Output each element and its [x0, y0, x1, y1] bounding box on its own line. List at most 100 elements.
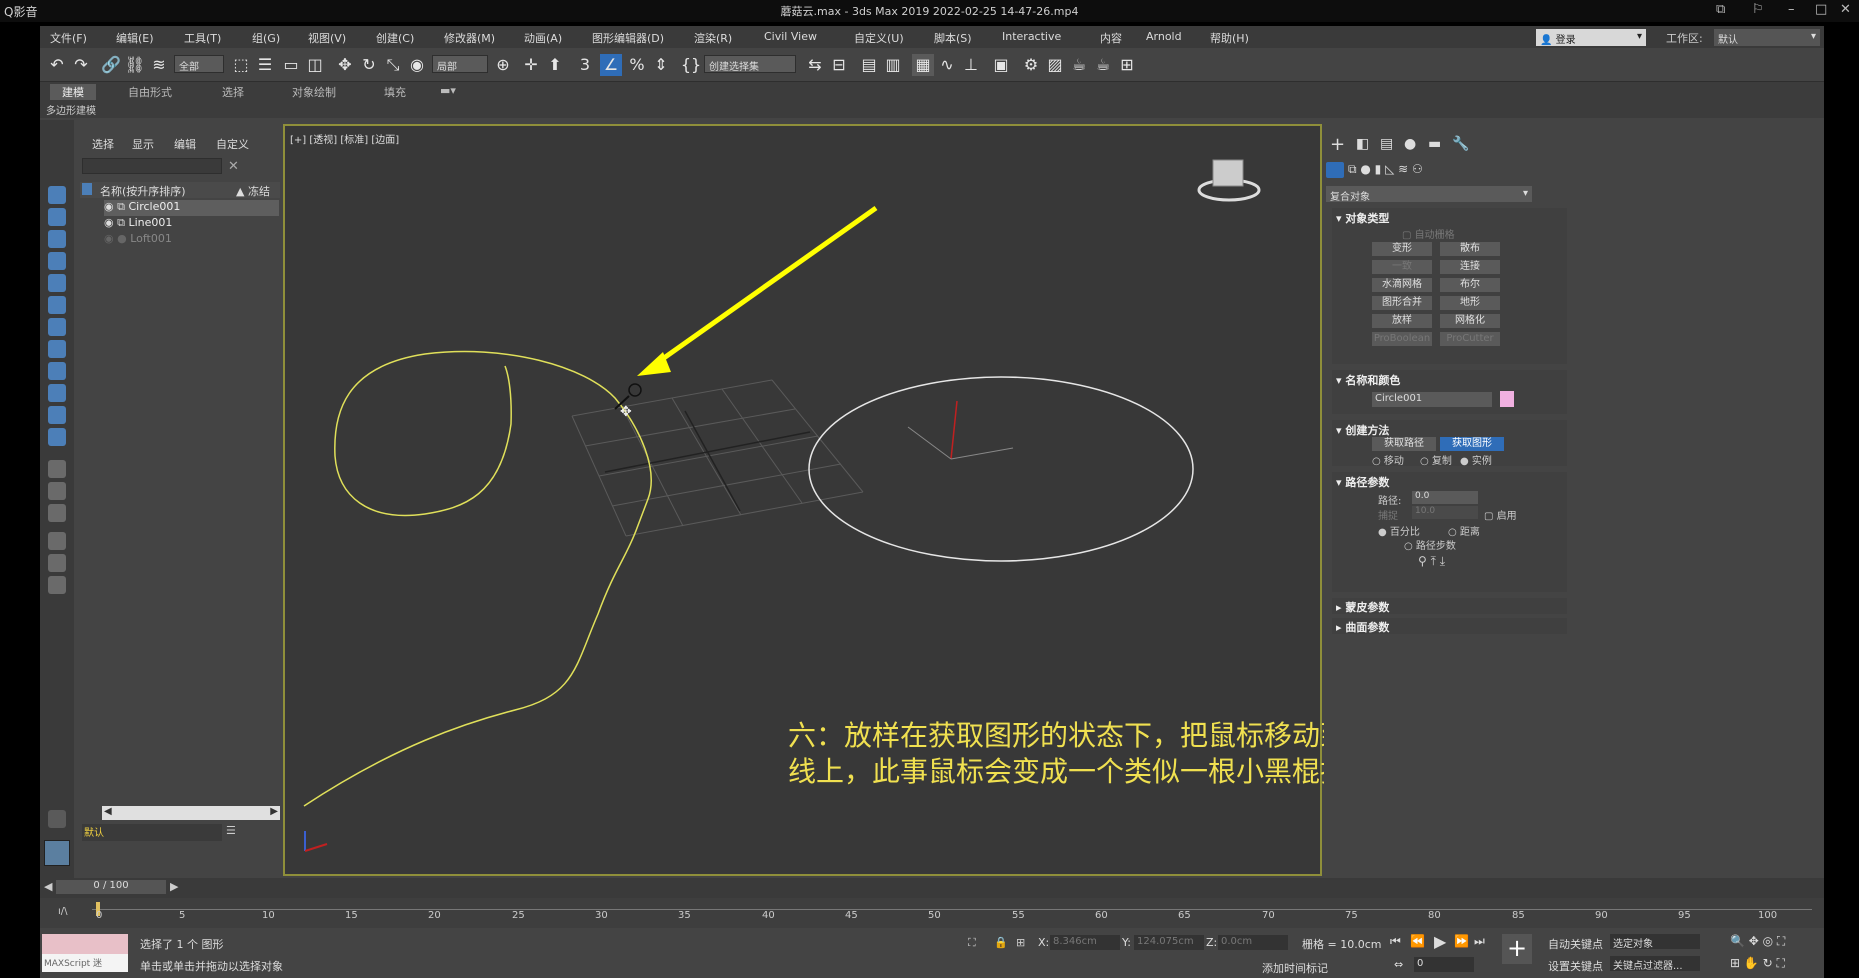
- menu-animation[interactable]: 动画(A): [524, 30, 562, 46]
- menu-create[interactable]: 创建(C): [376, 30, 414, 46]
- move-icon[interactable]: ✥: [334, 54, 356, 76]
- named-selection-icon[interactable]: {}: [680, 54, 702, 76]
- pivot-center-icon[interactable]: ⊕: [492, 54, 514, 76]
- add-time-tag[interactable]: 添加时间标记: [1262, 960, 1328, 976]
- menu-graph-editors[interactable]: 图形编辑器(D): [592, 30, 664, 46]
- schematic-icon[interactable]: ⊥: [960, 54, 982, 76]
- explorer-scrollbar[interactable]: ◀ ▶: [102, 806, 280, 820]
- time-slider[interactable]: ◀ 0 / 100 ▶: [40, 878, 1824, 898]
- y-coordinate-field[interactable]: 124.075cm: [1134, 935, 1204, 950]
- spacewarp-icon[interactable]: [48, 296, 66, 314]
- list-item[interactable]: ◉ ⧉ Line001: [104, 216, 279, 232]
- auto-key-button[interactable]: 自动关键点: [1548, 936, 1603, 952]
- key-filters-button[interactable]: 关键点过滤器...: [1610, 956, 1700, 972]
- skin-parameters-rollout[interactable]: ▸ 蒙皮参数: [1332, 598, 1567, 614]
- circle001-shape[interactable]: [808, 376, 1194, 562]
- ribbon-options-icon[interactable]: ▬▾: [440, 84, 456, 100]
- color-swatch[interactable]: [1500, 391, 1514, 407]
- eye-icon[interactable]: ◉ ⧉: [104, 216, 128, 229]
- terrain-button[interactable]: 地形: [1440, 296, 1500, 310]
- rect-region-icon[interactable]: ▭: [280, 54, 302, 76]
- key-mode-icon[interactable]: ⇔: [1394, 958, 1403, 971]
- track-bar[interactable]: ı/\ 0 5 10 15 20 25 30 35 40 45 50 55 60…: [40, 898, 1824, 928]
- snap-spinner[interactable]: 10.0: [1412, 506, 1478, 519]
- blobmesh-button[interactable]: 水滴网格: [1372, 278, 1432, 292]
- z-coordinate-field[interactable]: 0.0cm: [1218, 935, 1288, 950]
- explorer-search-input[interactable]: [82, 158, 222, 174]
- line001-spline[interactable]: [303, 350, 652, 807]
- menu-view[interactable]: 视图(V): [308, 30, 346, 46]
- render-iterative-icon[interactable]: ☕: [1092, 54, 1114, 76]
- move-radio[interactable]: ○ 移动: [1372, 452, 1404, 467]
- get-shape-button[interactable]: 获取图形: [1440, 437, 1504, 451]
- scroll-left-icon[interactable]: ◀: [104, 806, 112, 817]
- reference-coord-dropdown[interactable]: 局部: [432, 55, 488, 73]
- menu-rendering[interactable]: 渲染(R): [694, 30, 732, 46]
- ribbon-tab-populate[interactable]: 填充: [384, 84, 406, 100]
- funnel-icon[interactable]: [48, 554, 66, 572]
- hierarchy-icon[interactable]: [48, 362, 66, 380]
- category-dropdown[interactable]: 复合对象 ▾: [1326, 186, 1532, 203]
- render-setup-icon[interactable]: ⚙: [1020, 54, 1042, 76]
- scroll-right-icon[interactable]: ▶: [270, 806, 278, 817]
- display-tab-icon[interactable]: ▬: [1428, 136, 1441, 152]
- rollout-title[interactable]: ▸ 蒙皮参数: [1336, 599, 1389, 615]
- create-tab-icon[interactable]: +: [1330, 134, 1345, 155]
- path-spinner[interactable]: 0.0: [1412, 491, 1478, 504]
- motion-icon[interactable]: [48, 384, 66, 402]
- spinner-snap-icon[interactable]: ⇕: [650, 54, 672, 76]
- select-object-icon[interactable]: ⬚: [230, 54, 252, 76]
- prev-key-icon[interactable]: ⏪: [1410, 934, 1425, 948]
- scatter-button[interactable]: 散布: [1440, 242, 1500, 256]
- procutter-button[interactable]: ProCutter: [1440, 332, 1500, 346]
- ribbon-toggle-icon[interactable]: ▦: [912, 54, 934, 76]
- lock-icon[interactable]: [48, 576, 66, 594]
- loft-button[interactable]: 放样: [1372, 314, 1432, 328]
- goto-end-icon[interactable]: ⏭: [1474, 934, 1485, 949]
- keyboard-shortcut-icon[interactable]: ⬆: [544, 54, 566, 76]
- selection-filter-dropdown[interactable]: 全部: [174, 55, 224, 73]
- rollout-title[interactable]: ▾ 路径参数: [1336, 474, 1389, 490]
- layer-explorer-icon[interactable]: ▥: [882, 54, 904, 76]
- prev-frame-icon[interactable]: ◀: [44, 880, 52, 893]
- placement-icon[interactable]: ◉: [406, 54, 428, 76]
- utilities-icon[interactable]: [48, 428, 66, 446]
- play-icon[interactable]: ▶: [1434, 932, 1446, 951]
- screenshot-icon[interactable]: ⧉: [1716, 2, 1725, 17]
- column-freeze[interactable]: ▲ 冻结: [236, 183, 270, 199]
- scene-explorer-icon[interactable]: ▤: [858, 54, 880, 76]
- redo-icon[interactable]: ↷: [70, 54, 92, 76]
- utilities-tab-icon[interactable]: 🔧: [1452, 136, 1469, 152]
- menu-tools[interactable]: 工具(T): [184, 30, 221, 46]
- list-item[interactable]: ◉ ⧉ Circle001: [104, 200, 279, 216]
- time-slider-thumb[interactable]: 0 / 100: [56, 880, 166, 894]
- morph-button[interactable]: 变形: [1372, 242, 1432, 256]
- eye-icon[interactable]: ◉ ⧉: [104, 200, 128, 213]
- mirror-icon[interactable]: ⇆: [804, 54, 826, 76]
- connect-button[interactable]: 连接: [1440, 260, 1500, 274]
- copy-radio[interactable]: ○ 复制: [1420, 452, 1452, 467]
- funnel-icon[interactable]: [48, 532, 66, 550]
- a360-icon[interactable]: ⊞: [1116, 54, 1138, 76]
- hierarchy-tab-icon[interactable]: ▤: [1380, 136, 1393, 152]
- scene-thumbnail[interactable]: [44, 840, 70, 866]
- menu-modifiers[interactable]: 修改器(M): [444, 30, 495, 46]
- shapes-icon[interactable]: ⧉ ● ▮ ◺ ≋ ⚇: [1348, 162, 1423, 177]
- mesher-button[interactable]: 网格化: [1440, 314, 1500, 328]
- next-frame-icon[interactable]: ▶: [170, 880, 178, 893]
- menu-civil-view[interactable]: Civil View: [764, 30, 817, 43]
- sort-icon[interactable]: [48, 504, 66, 522]
- menu-scripting[interactable]: 脚本(S): [934, 30, 972, 46]
- pick-shape-icon[interactable]: ⚲ ⤒ ⤓: [1418, 554, 1445, 569]
- surface-parameters-rollout[interactable]: ▸ 曲面参数: [1332, 618, 1567, 634]
- ribbon-tab-freeform[interactable]: 自由形式: [128, 84, 172, 100]
- motion-tab-icon[interactable]: ●: [1404, 136, 1416, 152]
- menu-arnold[interactable]: Arnold: [1146, 30, 1182, 43]
- menu-customize[interactable]: 自定义(U): [854, 30, 904, 46]
- shapes-icon[interactable]: [48, 208, 66, 226]
- rollout-title[interactable]: ▾ 名称和颜色: [1336, 372, 1400, 388]
- ribbon-tab-modeling[interactable]: 建模: [50, 84, 96, 100]
- render-icon[interactable]: ☕: [1068, 54, 1090, 76]
- curve-editor-mini-icon[interactable]: ı/\: [58, 906, 68, 917]
- distance-radio[interactable]: ○ 距离: [1448, 523, 1480, 538]
